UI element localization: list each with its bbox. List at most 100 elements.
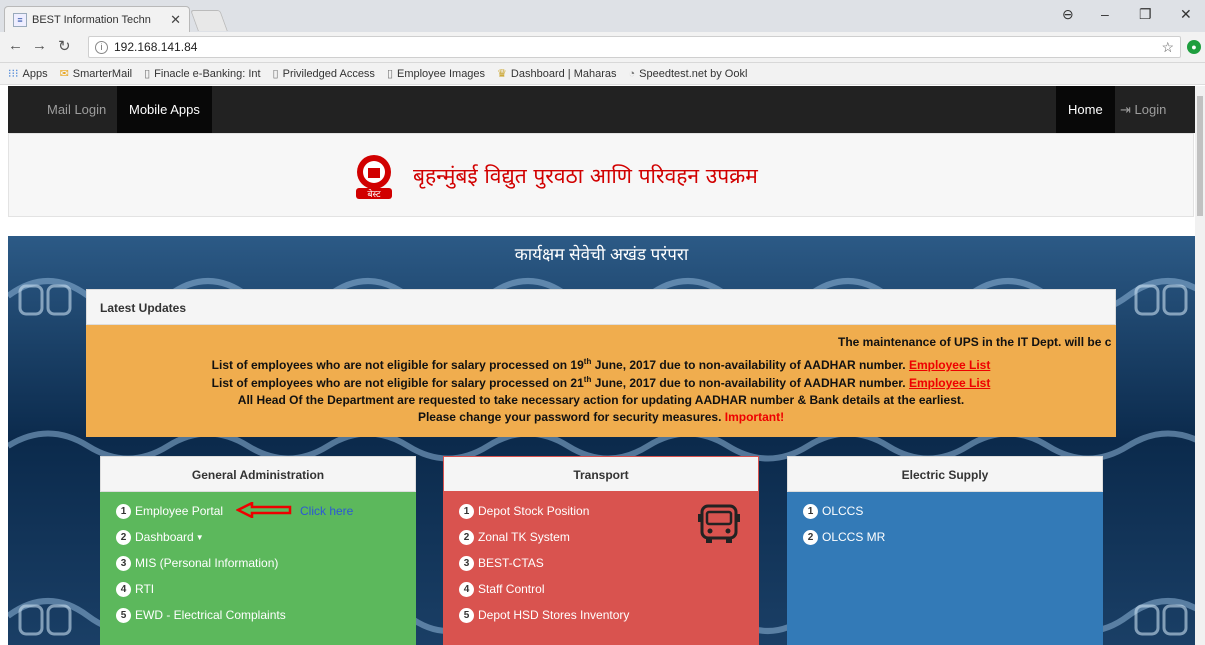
apps-grid-icon: ⁝⁝⁝ bbox=[8, 68, 19, 80]
link-olccs[interactable]: 1 OLCCS bbox=[787, 498, 1103, 524]
bookmark-finacle[interactable]: ▯ Finacle e-Banking: Int bbox=[144, 67, 261, 81]
bookmark-employee-images[interactable]: ▯ Employee Images bbox=[387, 67, 486, 81]
page-icon: ▯ bbox=[144, 68, 151, 80]
address-bar[interactable]: i 192.168.141.84 ☆ bbox=[88, 36, 1181, 58]
link-staff-control[interactable]: 4 Staff Control bbox=[443, 576, 759, 602]
update-line-3: All Head Of the Department are requested… bbox=[237, 393, 965, 407]
nav-login[interactable]: ⇥ Login bbox=[1108, 86, 1178, 133]
bookmark-label: Priviledged Access bbox=[282, 67, 375, 80]
browser-tab[interactable]: ≡ BEST Information Techn ✕ bbox=[4, 6, 190, 32]
latest-updates-box: The maintenance of UPS in the IT Dept. w… bbox=[86, 325, 1116, 437]
number-badge: 4 bbox=[459, 581, 474, 597]
update-text: June, 2017 due to non-availability of AA… bbox=[591, 376, 909, 390]
panel-transport: Transport 1 Depot Stock Position 2 Zonal… bbox=[443, 456, 759, 645]
nav-home[interactable]: Home bbox=[1056, 86, 1115, 133]
number-badge: 2 bbox=[116, 529, 131, 545]
bookmark-apps[interactable]: ⁝⁝⁝ Apps bbox=[8, 67, 48, 81]
important-link[interactable]: Important! bbox=[725, 410, 784, 424]
link-ewd[interactable]: 5 EWD - Electrical Complaints bbox=[100, 602, 416, 628]
panel-title: Electric Supply bbox=[787, 456, 1103, 492]
extension-icon[interactable]: ● bbox=[1187, 40, 1201, 54]
item-label: MIS (Personal Information) bbox=[135, 556, 279, 570]
hero-title: कार्यक्षम सेवेची अखंड परंपरा bbox=[514, 245, 689, 264]
profile-icon[interactable]: ⊖ bbox=[1062, 6, 1074, 23]
bookmark-priviledged[interactable]: ▯ Priviledged Access bbox=[272, 67, 375, 81]
number-badge: 2 bbox=[459, 529, 474, 545]
bookmark-label: Dashboard | Maharas bbox=[510, 67, 617, 80]
tab-close-icon[interactable]: ✕ bbox=[170, 12, 181, 28]
link-zonal-tk[interactable]: 2 Zonal TK System bbox=[443, 524, 759, 550]
link-rti[interactable]: 4 RTI bbox=[100, 576, 416, 602]
scrollbar-thumb[interactable] bbox=[1197, 96, 1203, 216]
update-line-1: List of employees who are not eligible f… bbox=[86, 357, 1116, 372]
bookmark-dashboard[interactable]: ♛ Dashboard | Maharas bbox=[497, 67, 617, 81]
web-page: Mail Login Mobile Apps Home ⇥ Login बेस्… bbox=[0, 86, 1195, 645]
item-label: Staff Control bbox=[478, 582, 545, 596]
update-line-4: Please change your password for security… bbox=[86, 410, 1116, 424]
forward-icon[interactable]: → bbox=[32, 37, 47, 54]
link-mis[interactable]: 3 MIS (Personal Information) bbox=[100, 550, 416, 576]
bookmark-speedtest[interactable]: ◔ Speedtest.net by Ookl bbox=[629, 68, 748, 80]
restore-icon[interactable]: ❐ bbox=[1139, 6, 1152, 23]
item-label: OLCCS MR bbox=[822, 530, 886, 544]
update-line-2: List of employees who are not eligible f… bbox=[86, 375, 1116, 390]
speedometer-icon: ◔ bbox=[628, 67, 636, 80]
banner-title: बृहन्मुंबई विद्युत पुरवठा आणि परिवहन उपक… bbox=[413, 164, 758, 188]
minimize-icon[interactable]: – bbox=[1101, 6, 1109, 22]
link-depot-stock[interactable]: 1 Depot Stock Position bbox=[443, 498, 759, 524]
bookmark-label: Employee Images bbox=[397, 67, 486, 80]
top-navbar: Mail Login Mobile Apps Home ⇥ Login bbox=[8, 86, 1195, 133]
window-close-icon[interactable]: ✕ bbox=[1180, 6, 1192, 23]
caret-down-icon: ▼ bbox=[195, 532, 204, 542]
latest-updates-heading: Latest Updates bbox=[86, 289, 1116, 325]
page-icon: ▯ bbox=[272, 68, 279, 80]
header-banner: बेस्ट बृहन्मुंबई विद्युत पुरवठा आणि परिव… bbox=[8, 133, 1194, 217]
bookmark-label: SmarterMail bbox=[72, 67, 133, 80]
red-arrow-icon bbox=[236, 502, 292, 518]
item-label: Employee Portal bbox=[135, 504, 224, 518]
bookmark-label: Apps bbox=[22, 67, 48, 80]
item-label: EWD - Electrical Complaints bbox=[135, 608, 286, 622]
bookmarks-bar: ⁝⁝⁝ Apps ✉ SmarterMail ▯ Finacle e-Banking:… bbox=[0, 63, 1205, 85]
updates-marquee: The maintenance of UPS in the IT Dept. w… bbox=[838, 335, 1112, 349]
number-badge: 3 bbox=[459, 555, 474, 571]
item-label: RTI bbox=[135, 582, 155, 596]
nav-mail-login[interactable]: Mail Login bbox=[35, 86, 118, 133]
emblem-icon: ♛ bbox=[497, 68, 507, 80]
bookmark-label: Finacle e-Banking: Int bbox=[154, 67, 261, 80]
reload-icon[interactable]: ↻ bbox=[58, 37, 71, 55]
update-text: List of employees who are not eligible f… bbox=[211, 376, 584, 390]
link-olccs-mr[interactable]: 2 OLCCS MR bbox=[787, 524, 1103, 550]
panel-general-administration: General Administration 1 Employee Portal… bbox=[100, 456, 416, 645]
item-label: Zonal TK System bbox=[478, 530, 570, 544]
panel-electric-supply: Electric Supply 1 OLCCS 2 OLCCS MR bbox=[787, 456, 1103, 645]
item-label: Dashboard bbox=[135, 530, 194, 544]
info-icon[interactable]: i bbox=[95, 40, 108, 54]
tab-title: BEST Information Techn bbox=[32, 13, 151, 26]
link-employee-portal[interactable]: 1 Employee Portal Click here bbox=[100, 498, 416, 524]
browser-tabstrip: ≡ BEST Information Techn ✕ ⊖ – ❐ ✕ bbox=[0, 0, 1205, 32]
panel-body: 1 OLCCS 2 OLCCS MR bbox=[787, 492, 1103, 645]
svg-text:बेस्ट: बेस्ट bbox=[367, 188, 381, 200]
number-badge: 4 bbox=[116, 581, 131, 597]
link-dashboard[interactable]: 2 Dashboard ▼ bbox=[100, 524, 416, 550]
number-badge: 1 bbox=[116, 503, 131, 519]
nav-login-label: Login bbox=[1134, 102, 1167, 117]
link-best-ctas[interactable]: 3 BEST-CTAS bbox=[443, 550, 759, 576]
number-badge: 5 bbox=[116, 607, 131, 623]
nav-mobile-apps[interactable]: Mobile Apps bbox=[117, 86, 212, 133]
number-badge: 1 bbox=[459, 503, 474, 519]
update-text: Please change your password for security… bbox=[417, 410, 725, 424]
employee-list-link[interactable]: Employee List bbox=[909, 358, 990, 372]
number-badge: 1 bbox=[803, 503, 818, 519]
bookmark-label: Speedtest.net by Ookl bbox=[639, 67, 748, 80]
item-label: BEST-CTAS bbox=[478, 556, 544, 570]
bookmark-smartermail[interactable]: ✉ SmarterMail bbox=[60, 67, 133, 81]
update-text: June, 2017 due to non-availability of AA… bbox=[591, 358, 909, 372]
employee-list-link[interactable]: Employee List bbox=[909, 376, 990, 390]
bookmark-star-icon[interactable]: ☆ bbox=[1161, 39, 1174, 56]
link-depot-hsd[interactable]: 5 Depot HSD Stores Inventory bbox=[443, 602, 759, 628]
new-tab-button[interactable] bbox=[190, 10, 228, 31]
item-label: Depot HSD Stores Inventory bbox=[478, 608, 630, 622]
back-icon[interactable]: ← bbox=[8, 37, 23, 54]
